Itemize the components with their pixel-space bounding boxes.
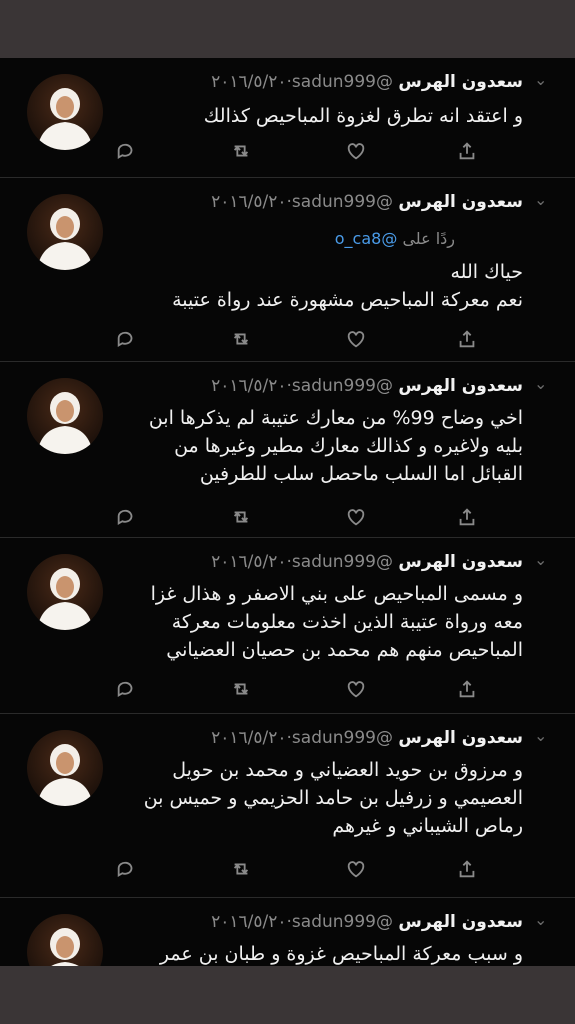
user-name[interactable]: سعدون الهرس (398, 376, 523, 396)
user-handle[interactable]: @sadun999 (292, 728, 393, 748)
reply-icon[interactable] (115, 140, 139, 164)
share-icon[interactable] (456, 858, 480, 882)
tweet-line: بليه ولاغيره و كذالك معارك مطير وغيرها م… (174, 435, 523, 457)
reply-icon[interactable] (115, 858, 139, 882)
tweet-text: و اعتقد انه تطرق لغزوة المباحيص كذالك (83, 102, 523, 130)
retweet-icon[interactable] (230, 140, 254, 164)
user-name[interactable]: سعدون الهرس (398, 192, 523, 212)
share-icon[interactable] (456, 140, 480, 164)
tweet-line: و سبب معركة المباحيص غزوة و طبان بن عمر (159, 943, 523, 965)
tweet[interactable]: سعدون الهرس @sadun999·٢٠١٦/٥/٢٠ ⌄ و اعتق… (0, 58, 575, 178)
reply-icon[interactable] (115, 506, 139, 530)
tweet-actions (115, 506, 485, 530)
reply-prefix: ردًا على (402, 229, 455, 248)
tweet-text: و مرزوق بن حويد العضياني و محمد بن حويل … (83, 756, 523, 840)
share-icon[interactable] (456, 678, 480, 702)
tweet-header: سعدون الهرس @sadun999·٢٠١٦/٥/٢٠ (211, 910, 523, 934)
tweet-date[interactable]: ٢٠١٦/٥/٢٠ (211, 72, 286, 92)
tweet-actions (115, 858, 485, 882)
tweet-text: و مسمى المباحيص على بني الاصفر و هذال غز… (83, 580, 523, 664)
share-icon[interactable] (456, 328, 480, 352)
tweet[interactable]: سعدون الهرس @sadun999·٢٠١٦/٥/٢٠ ⌄ و سبب … (0, 898, 575, 966)
user-handle[interactable]: @sadun999 (292, 192, 393, 212)
tweet-line: و مسمى المباحيص على بني الاصفر و هذال غز… (150, 583, 523, 605)
top-bar (0, 0, 575, 58)
tweet-line: رماص الشيباني و غيرهم (332, 815, 523, 837)
user-name[interactable]: سعدون الهرس (398, 72, 523, 92)
user-name[interactable]: سعدون الهرس (398, 912, 523, 932)
reply-icon[interactable] (115, 678, 139, 702)
tweet-date[interactable]: ٢٠١٦/٥/٢٠ (211, 376, 286, 396)
chevron-down-icon[interactable]: ⌄ (534, 192, 550, 208)
tweet-header: سعدون الهرس @sadun999·٢٠١٦/٥/٢٠ (211, 70, 523, 94)
tweet-actions (115, 678, 485, 702)
tweet-date[interactable]: ٢٠١٦/٥/٢٠ (211, 552, 286, 572)
tweet[interactable]: سعدون الهرس @sadun999·٢٠١٦/٥/٢٠ ⌄ و مسمى… (0, 538, 575, 714)
user-name[interactable]: سعدون الهرس (398, 552, 523, 572)
tweet-header: سعدون الهرس @sadun999·٢٠١٦/٥/٢٠ (211, 190, 523, 214)
chevron-down-icon[interactable]: ⌄ (534, 728, 550, 744)
tweet-text: حياك الله نعم معركة المباحيص مشهورة عند … (83, 258, 523, 314)
tweet[interactable]: سعدون الهرس @sadun999·٢٠١٦/٥/٢٠ ⌄ و مرزو… (0, 714, 575, 898)
tweet-date[interactable]: ٢٠١٦/٥/٢٠ (211, 912, 286, 932)
tweet-line: و مرزوق بن حويد العضياني و محمد بن حويل (172, 759, 523, 781)
tweet-date[interactable]: ٢٠١٦/٥/٢٠ (211, 192, 286, 212)
tweet-text: اخي وضاح 99% من معارك عتيبة لم يذكرها اب… (83, 404, 523, 488)
user-handle[interactable]: @sadun999 (292, 72, 393, 92)
heart-icon[interactable] (345, 506, 369, 530)
retweet-icon[interactable] (230, 506, 254, 530)
heart-icon[interactable] (345, 328, 369, 352)
tweet[interactable]: سعدون الهرس @sadun999·٢٠١٦/٥/٢٠ ⌄ ردًا ع… (0, 178, 575, 362)
share-icon[interactable] (456, 506, 480, 530)
reply-mention[interactable]: @o_ca8 (335, 229, 398, 248)
tweet-line: اخي وضاح 99% من معارك عتيبة لم يذكرها اب… (148, 407, 523, 429)
chevron-down-icon[interactable]: ⌄ (534, 376, 550, 392)
tweet-actions (115, 140, 485, 164)
heart-icon[interactable] (345, 140, 369, 164)
user-handle[interactable]: @sadun999 (292, 552, 393, 572)
tweet-line: نعم معركة المباحيص مشهورة عند رواة عتيبة (172, 289, 523, 311)
tweet-date[interactable]: ٢٠١٦/٥/٢٠ (211, 728, 286, 748)
user-name[interactable]: سعدون الهرس (398, 728, 523, 748)
tweet-text: و سبب معركة المباحيص غزوة و طبان بن عمر (83, 940, 523, 966)
chevron-down-icon[interactable]: ⌄ (534, 912, 550, 928)
heart-icon[interactable] (345, 858, 369, 882)
tweet-line: معه ورواة عتيبة الذين اخذت معلومات معركة (171, 611, 523, 633)
tweet[interactable]: سعدون الهرس @sadun999·٢٠١٦/٥/٢٠ ⌄ اخي وض… (0, 362, 575, 538)
reply-icon[interactable] (115, 328, 139, 352)
chevron-down-icon[interactable]: ⌄ (534, 552, 550, 568)
retweet-icon[interactable] (230, 328, 254, 352)
reply-to: ردًا على @o_ca8 (335, 228, 455, 250)
tweet-line: القبائل اما السلب ماحصل سلب للطرفين (199, 463, 523, 485)
retweet-icon[interactable] (230, 858, 254, 882)
tweet-header: سعدون الهرس @sadun999·٢٠١٦/٥/٢٠ (211, 374, 523, 398)
tweet-header: سعدون الهرس @sadun999·٢٠١٦/٥/٢٠ (211, 550, 523, 574)
tweet-line: العصيمي و زرفيل بن حامد الحزيمي و حميس ب… (143, 787, 523, 809)
user-handle[interactable]: @sadun999 (292, 376, 393, 396)
tweet-feed[interactable]: سعدون الهرس @sadun999·٢٠١٦/٥/٢٠ ⌄ و اعتق… (0, 58, 575, 966)
tweet-line: حياك الله (450, 261, 523, 283)
retweet-icon[interactable] (230, 678, 254, 702)
chevron-down-icon[interactable]: ⌄ (534, 72, 550, 88)
tweet-line: المباحيص منهم هم محمد بن حصيان العضياني (166, 639, 523, 661)
bottom-bar (0, 966, 575, 1024)
tweet-header: سعدون الهرس @sadun999·٢٠١٦/٥/٢٠ (211, 726, 523, 750)
heart-icon[interactable] (345, 678, 369, 702)
tweet-line: و اعتقد انه تطرق لغزوة المباحيص كذالك (203, 105, 523, 127)
tweet-actions (115, 328, 485, 352)
user-handle[interactable]: @sadun999 (292, 912, 393, 932)
